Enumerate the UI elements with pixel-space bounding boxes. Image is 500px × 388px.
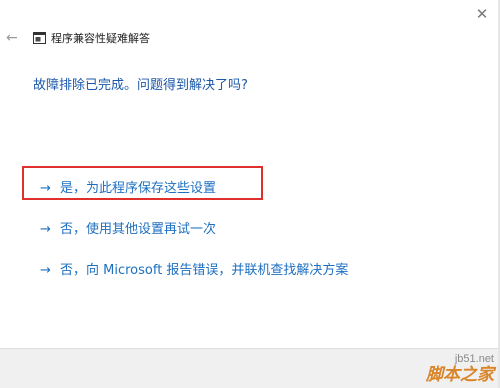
option-label: 否，向 Microsoft 报告错误，并联机查找解决方案	[60, 263, 349, 278]
window-title: 程序兼容性疑难解答	[51, 32, 150, 45]
result-question: 故障排除已完成。问题得到解决了吗?	[33, 78, 248, 93]
troubleshooter-app-icon	[33, 32, 46, 44]
highlight-box	[22, 166, 263, 200]
troubleshooter-window: ✕ ← 程序兼容性疑难解答 故障排除已完成。问题得到解决了吗? → 是，为此程序保…	[0, 0, 500, 388]
close-icon[interactable]: ✕	[472, 4, 492, 24]
option-label: 否，使用其他设置再试一次	[60, 222, 217, 237]
footer-bar	[0, 348, 498, 388]
option-try-other-settings[interactable]: → 否，使用其他设置再试一次	[40, 220, 216, 240]
back-arrow-icon[interactable]: ←	[6, 29, 22, 47]
arrow-right-icon: →	[40, 222, 51, 237]
title-bar: ← 程序兼容性疑难解答	[0, 26, 480, 52]
arrow-right-icon: →	[40, 263, 51, 278]
option-report-microsoft[interactable]: → 否，向 Microsoft 报告错误，并联机查找解决方案	[40, 261, 348, 281]
